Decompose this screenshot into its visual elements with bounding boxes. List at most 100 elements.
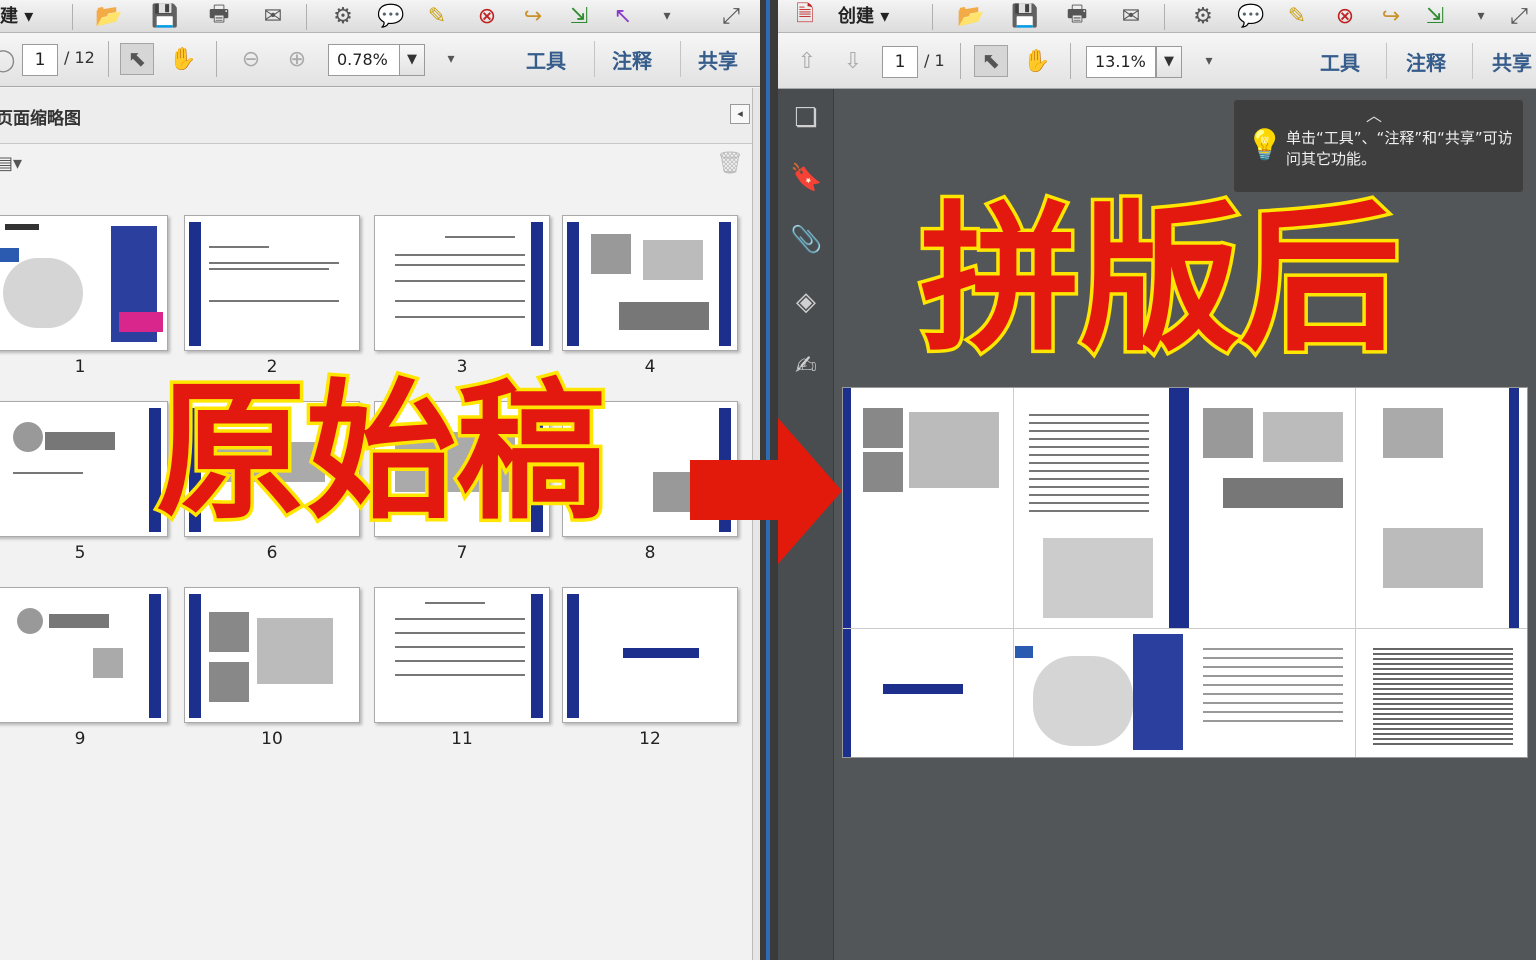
nav-separator: [1472, 43, 1473, 79]
tools-pane-button[interactable]: 工具: [1320, 47, 1360, 76]
more-tools-chevron-icon[interactable]: ▾: [434, 43, 468, 75]
page-number-label: 9: [74, 729, 86, 749]
left-create-button[interactable]: 建 ▾: [0, 2, 33, 28]
page-thumbnail[interactable]: [0, 587, 168, 723]
right-page-number-input[interactable]: 1: [882, 46, 918, 78]
toolbar-separator: [306, 4, 307, 30]
select-tool-icon[interactable]: ⬉: [120, 43, 154, 75]
print-icon[interactable]: 🖶: [202, 0, 236, 32]
features-tip-popup: ︿ 💡 单击“工具”、“注释”和“共享”可访问其它功能。: [1233, 99, 1524, 193]
panel-title: 页面缩略图: [0, 109, 81, 129]
page-thumbnail[interactable]: [184, 587, 360, 723]
settings-gear-icon[interactable]: ⚙: [326, 0, 360, 32]
left-top-toolbar: 建 ▾ 📂 💾 🖶 ✉ ⚙ 💬 ✎ ⊗ ↪ ⇲ ↖ ▾ ⤢: [0, 0, 760, 33]
toolbar-menu-chevron-icon[interactable]: ▾: [1464, 0, 1498, 32]
open-folder-icon[interactable]: 📂: [954, 0, 988, 32]
highlight-pen-icon[interactable]: ✎: [1280, 0, 1314, 32]
zoom-out-icon[interactable]: ⊖: [234, 43, 268, 75]
previous-page-icon[interactable]: ⇧: [790, 45, 824, 77]
hand-tool-icon[interactable]: ✋: [166, 43, 200, 75]
left-panel-scrollbar[interactable]: [752, 88, 760, 960]
delete-page-icon[interactable]: ⊗: [1328, 0, 1362, 32]
right-zoom-input[interactable]: 13.1%: [1086, 46, 1156, 78]
select-tool-icon[interactable]: ⬉: [974, 45, 1008, 77]
page-thumbnail[interactable]: [0, 401, 168, 537]
select-cursor-icon[interactable]: ↖: [606, 0, 640, 32]
comment-bubble-icon[interactable]: 💬: [374, 0, 408, 32]
delete-page-icon[interactable]: ⊗: [470, 0, 504, 32]
zoom-dropdown-chevron-icon[interactable]: ▼: [1156, 46, 1182, 78]
page-thumbnail[interactable]: [562, 587, 738, 723]
share-pane-button[interactable]: 共享: [1492, 47, 1532, 76]
highlight-pen-icon[interactable]: ✎: [420, 0, 454, 32]
next-page-icon[interactable]: ⇩: [836, 45, 870, 77]
toolbar-menu-chevron-icon[interactable]: ▾: [650, 0, 684, 32]
comment-pane-button[interactable]: 注释: [612, 45, 652, 74]
share-export-icon[interactable]: ⇲: [1418, 0, 1452, 32]
save-icon[interactable]: 💾: [148, 0, 182, 32]
signature-pen-icon[interactable]: ✍: [790, 351, 822, 383]
toolbar-separator: [72, 4, 73, 30]
toolbar-separator: [1164, 4, 1165, 30]
share-pane-button[interactable]: 共享: [698, 45, 738, 74]
attachment-paperclip-icon[interactable]: 📎: [790, 225, 822, 257]
layers-icon[interactable]: ◈: [790, 287, 822, 319]
page-thumbnails-icon[interactable]: ❏: [790, 103, 822, 135]
page-number-label: 8: [644, 543, 656, 563]
collapse-tip-chevron-icon[interactable]: ︿: [1366, 102, 1382, 126]
right-top-toolbar: 🗎 创建 ▾ 📂 💾 🖶 ✉ ⚙ 💬 ✎ ⊗ ↪ ⇲ ▾ ⤢: [778, 0, 1536, 33]
zoom-dropdown-chevron-icon[interactable]: ▼: [399, 44, 425, 76]
export-icon[interactable]: ↪: [1374, 0, 1408, 32]
email-icon[interactable]: ✉: [256, 0, 290, 32]
screenshot-root: 建 ▾ 📂 💾 🖶 ✉ ⚙ 💬 ✎ ⊗ ↪ ⇲ ↖ ▾ ⤢ ◯ 1 / 12 ⬉…: [0, 0, 1536, 960]
page-number-label: 12: [639, 729, 661, 749]
left-page-number-input[interactable]: 1: [22, 44, 58, 76]
share-export-icon[interactable]: ⇲: [562, 0, 596, 32]
page-thumbnail[interactable]: [562, 215, 738, 351]
expand-window-icon[interactable]: ⤢: [1502, 0, 1536, 32]
previous-page-icon[interactable]: ◯: [0, 44, 20, 76]
left-zoom-input[interactable]: 0.78%: [328, 44, 400, 76]
right-arrow-icon: [778, 418, 842, 564]
bookmark-icon[interactable]: 🔖: [790, 163, 822, 195]
print-icon[interactable]: 🖶: [1060, 0, 1094, 32]
toolbar-separator: [932, 4, 933, 30]
collapse-panel-icon[interactable]: ◂: [730, 104, 750, 124]
export-icon[interactable]: ↪: [516, 0, 550, 32]
trash-icon[interactable]: 🗑: [716, 151, 744, 176]
page-thumbnail[interactable]: [0, 215, 168, 351]
more-tools-chevron-icon[interactable]: ▾: [1192, 45, 1226, 77]
thumbnail-grid: 1 2 3 4 5 6 7 8 9 10 11 12: [0, 189, 752, 960]
toolbar-separator: [960, 43, 961, 79]
page-thumbnail[interactable]: [374, 587, 550, 723]
save-icon[interactable]: 💾: [1008, 0, 1042, 32]
comment-pane-button[interactable]: 注释: [1406, 47, 1446, 76]
options-icon[interactable]: ▤▾: [0, 153, 22, 174]
toolbar-separator: [108, 41, 109, 77]
right-create-button[interactable]: 创建 ▾: [838, 2, 889, 28]
zoom-in-icon[interactable]: ⊕: [280, 43, 314, 75]
comment-bubble-icon[interactable]: 💬: [1234, 0, 1268, 32]
create-document-icon[interactable]: 🗎: [788, 0, 822, 32]
page-thumbnail[interactable]: [184, 215, 360, 351]
left-page-total: / 12: [64, 48, 95, 67]
page-number-label: 6: [266, 543, 278, 563]
page-number-label: 7: [456, 543, 468, 563]
open-folder-icon[interactable]: 📂: [92, 0, 126, 32]
email-icon[interactable]: ✉: [1114, 0, 1148, 32]
right-page-total: / 1: [924, 51, 945, 70]
page-number-label: 11: [451, 729, 473, 749]
right-acrobat-window: 🗎 创建 ▾ 📂 💾 🖶 ✉ ⚙ 💬 ✎ ⊗ ↪ ⇲ ▾ ⤢ ⇧ ⇩ 1 / 1…: [778, 0, 1536, 960]
page-thumbnails-panel-header: 页面缩略图 ◂: [0, 88, 752, 144]
right-navigation-toolbar: ⇧ ⇩ 1 / 1 ⬉ ✋ 13.1% ▼ ▾ 工具 注释 共享: [778, 33, 1536, 89]
page-number-label: 10: [261, 729, 283, 749]
after-imposition-label: 拼版后: [916, 186, 1403, 373]
nav-separator: [594, 41, 595, 77]
hand-tool-icon[interactable]: ✋: [1020, 45, 1054, 77]
settings-gear-icon[interactable]: ⚙: [1186, 0, 1220, 32]
tools-pane-button[interactable]: 工具: [526, 45, 566, 74]
page-number-label: 5: [74, 543, 86, 563]
expand-window-icon[interactable]: ⤢: [714, 0, 748, 32]
toolbar-separator: [216, 41, 217, 77]
page-thumbnail[interactable]: [374, 215, 550, 351]
